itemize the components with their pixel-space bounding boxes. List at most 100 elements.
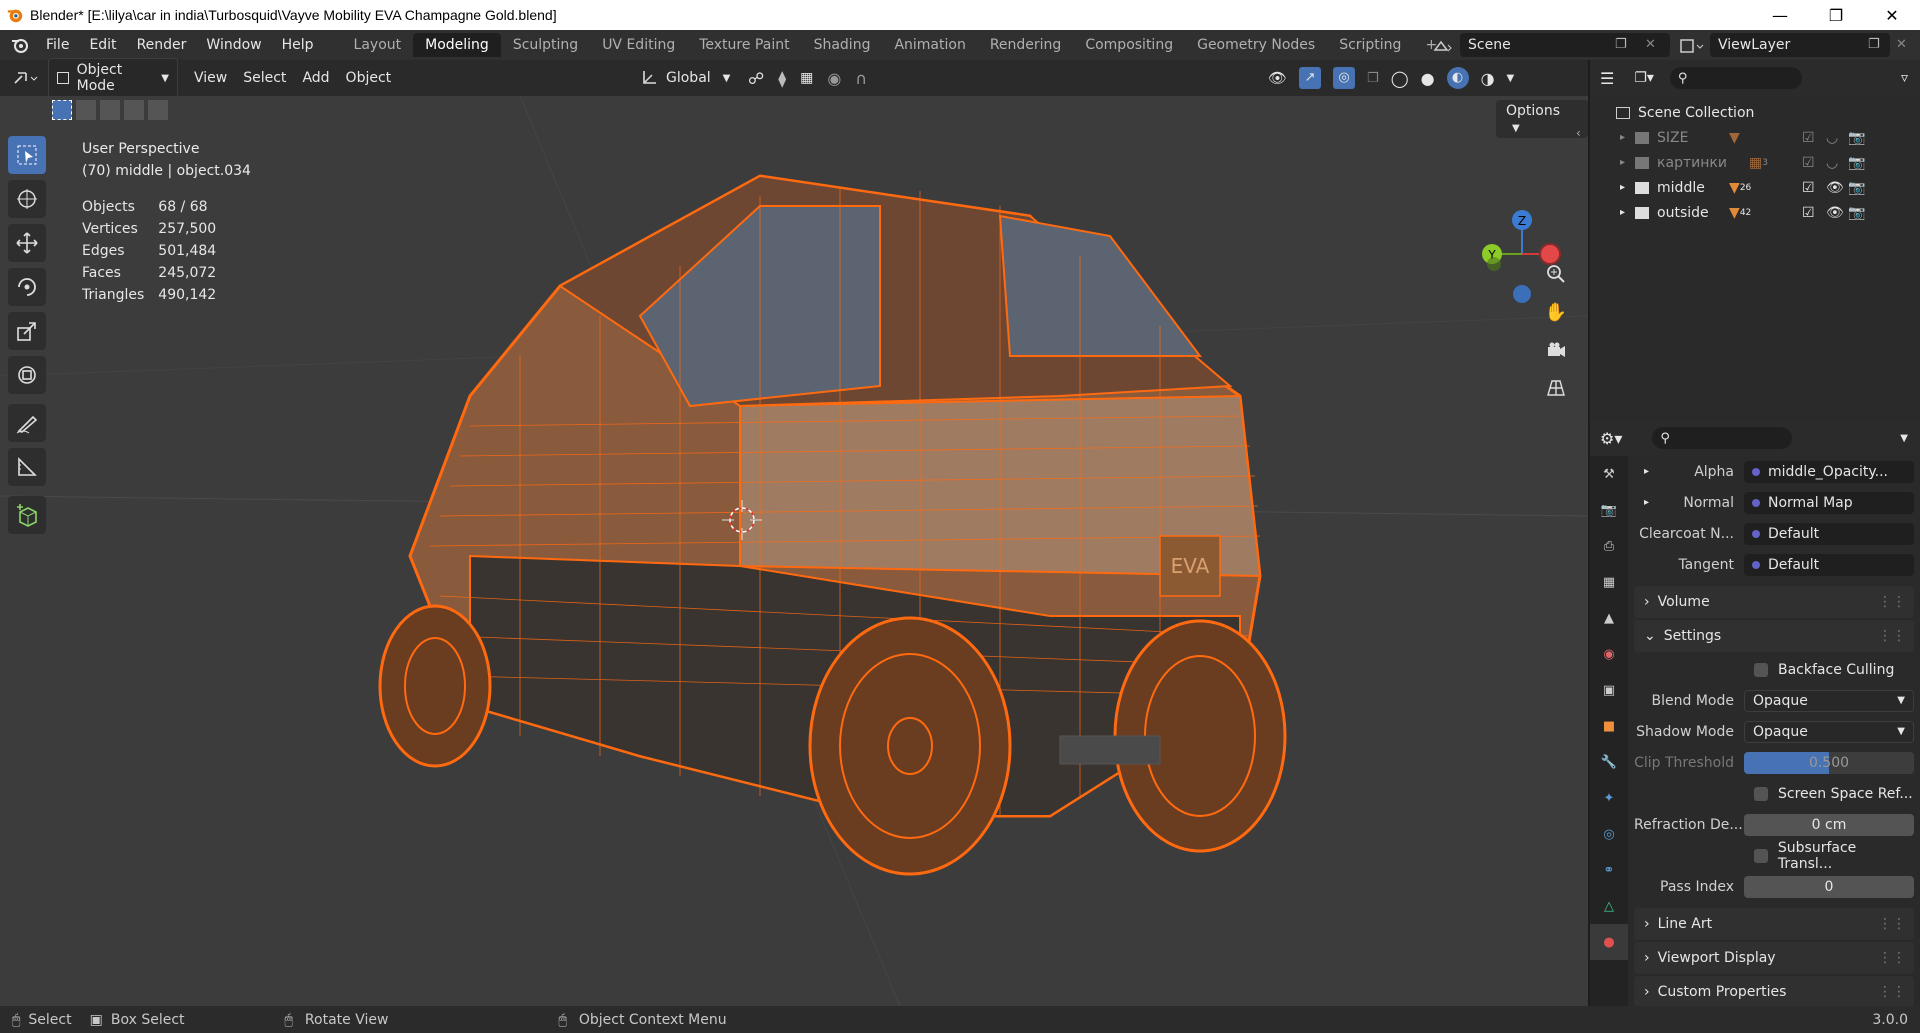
add-cube-tool[interactable] <box>8 496 46 534</box>
tab-uv-editing[interactable]: UV Editing <box>590 33 687 57</box>
tab-layout[interactable]: Layout <box>342 33 414 57</box>
volume-panel-header[interactable]: › Volume ⋮⋮ <box>1634 586 1914 618</box>
tangent-field[interactable]: Default <box>1744 553 1914 576</box>
minimize-button[interactable]: — <box>1752 0 1808 30</box>
delete-scene-icon[interactable]: ✕ <box>1645 37 1656 52</box>
tab-rendering[interactable]: Rendering <box>978 33 1074 57</box>
select-extend-icon[interactable] <box>76 100 96 120</box>
3d-viewport[interactable]: EVA Z Y Options ▼ User Perspective (70) … <box>0 96 1588 1006</box>
render-camera-icon[interactable]: 📷 <box>1848 205 1865 221</box>
tab-texture-paint[interactable]: Texture Paint <box>687 33 801 57</box>
settings-panel-header[interactable]: ⌄ Settings ⋮⋮ <box>1634 620 1914 652</box>
tab-modifiers[interactable]: 🔧 <box>1590 744 1628 780</box>
menu-view[interactable]: View <box>186 67 235 89</box>
tab-physics[interactable]: ◎ <box>1590 816 1628 852</box>
line-art-panel-header[interactable]: › Line Art ⋮⋮ <box>1634 908 1914 940</box>
zoom-icon[interactable] <box>1540 258 1572 290</box>
include-checkbox[interactable]: ☑ <box>1802 155 1815 171</box>
tab-material[interactable]: ● <box>1590 924 1628 960</box>
snap-icon[interactable]: ⧫ <box>778 69 786 88</box>
filter-icon[interactable]: ▿ <box>1901 70 1908 86</box>
new-scene-icon[interactable]: ❐ <box>1615 37 1627 52</box>
material-shading-icon[interactable]: ◐ <box>1446 67 1469 89</box>
tab-collection[interactable]: ▣ <box>1590 672 1628 708</box>
ssr-checkbox[interactable] <box>1754 786 1768 801</box>
tab-particles[interactable]: ✦ <box>1590 780 1628 816</box>
eye-icon[interactable]: 👁 <box>1826 180 1844 196</box>
tab-scripting[interactable]: Scripting <box>1327 33 1413 57</box>
tab-animation[interactable]: Animation <box>882 33 977 57</box>
scale-tool[interactable] <box>8 312 46 350</box>
menu-help[interactable]: Help <box>272 37 324 53</box>
pass-index-field[interactable]: 0 <box>1744 875 1914 898</box>
pivot-point-icon[interactable]: ☍ <box>748 69 764 88</box>
render-camera-icon[interactable]: 📷 <box>1848 130 1865 146</box>
drag-handle-icon[interactable]: ⋮⋮ <box>1878 984 1906 1000</box>
eye-icon[interactable]: 👁 <box>1826 205 1844 221</box>
menu-object[interactable]: Object <box>338 67 400 89</box>
editor-type-icon[interactable] <box>12 68 40 88</box>
maximize-button[interactable]: ❐ <box>1808 0 1864 30</box>
hidden-eye-icon[interactable]: ◡ <box>1826 155 1838 171</box>
outliner-item-middle[interactable]: ▸ middle ▼ 26 ☑ 👁 📷 <box>1590 175 1920 200</box>
backface-culling-checkbox[interactable] <box>1754 662 1768 677</box>
tab-scene[interactable]: ▲ <box>1590 600 1628 636</box>
scene-collection-row[interactable]: Scene Collection <box>1590 100 1920 125</box>
tab-object[interactable]: ■ <box>1590 708 1628 744</box>
refraction-depth-field[interactable]: 0 cm <box>1744 813 1914 836</box>
cursor-tool[interactable] <box>8 180 46 218</box>
view-layer-field[interactable]: ViewLayer <box>1710 33 1890 57</box>
proportional-edit-icon[interactable]: ◉ <box>827 69 841 88</box>
mode-dropdown[interactable]: Object Mode ▼ <box>48 58 178 98</box>
tab-sculpting[interactable]: Sculpting <box>501 33 590 57</box>
wireframe-shading-icon[interactable]: ◯ <box>1391 69 1409 88</box>
menu-window[interactable]: Window <box>196 37 271 53</box>
subsurface-checkbox[interactable] <box>1754 848 1768 863</box>
menu-add[interactable]: Add <box>294 67 337 89</box>
camera-view-icon[interactable] <box>1540 334 1572 366</box>
overlay-toggle-icon[interactable]: ◎ <box>1333 67 1356 89</box>
rotate-tool[interactable] <box>8 268 46 306</box>
expand-arrow-icon[interactable]: ▸ <box>1644 466 1649 477</box>
solid-shading-icon[interactable]: ● <box>1421 69 1435 88</box>
clip-threshold-slider[interactable]: 0.500 <box>1744 751 1914 774</box>
include-checkbox[interactable]: ☑ <box>1802 205 1815 221</box>
menu-file[interactable]: File <box>36 37 79 53</box>
scene-field[interactable]: Scene <box>1460 33 1670 57</box>
xray-icon[interactable]: ❐ <box>1367 71 1379 86</box>
hidden-eye-icon[interactable]: ◡ <box>1826 130 1838 146</box>
delete-view-layer-icon[interactable]: ✕ <box>1896 37 1907 52</box>
navigation-gizmo[interactable]: Z Y <box>1482 210 1561 303</box>
include-checkbox[interactable]: ☑ <box>1802 130 1815 146</box>
measure-tool[interactable] <box>8 448 46 486</box>
render-camera-icon[interactable]: 📷 <box>1848 180 1865 196</box>
outliner-item-kartinki[interactable]: ▸ картинки ▦ 3 ☑ ◡ 📷 <box>1590 150 1920 175</box>
alpha-link-field[interactable]: middle_Opacity... <box>1744 460 1914 483</box>
menu-select[interactable]: Select <box>235 67 294 89</box>
menu-edit[interactable]: Edit <box>79 37 126 53</box>
transform-tool[interactable] <box>8 356 46 394</box>
render-camera-icon[interactable]: 📷 <box>1848 155 1865 171</box>
tab-render[interactable]: 📷 <box>1590 492 1628 528</box>
select-new-icon[interactable] <box>52 100 72 120</box>
outliner-search-input[interactable]: ⚲ <box>1669 67 1802 89</box>
chevron-down-icon[interactable]: ▼ <box>1507 73 1515 84</box>
transform-orientation-dropdown[interactable]: Global ▼ <box>640 69 730 87</box>
tab-geometry-nodes[interactable]: Geometry Nodes <box>1185 33 1327 57</box>
menu-render[interactable]: Render <box>127 37 197 53</box>
move-tool[interactable] <box>8 224 46 262</box>
ortho-grid-icon[interactable] <box>1540 372 1572 404</box>
expand-arrow-icon[interactable]: ▸ <box>1620 157 1625 168</box>
expand-arrow-icon[interactable]: ▸ <box>1620 132 1625 143</box>
properties-search-input[interactable]: ⚲ <box>1652 427 1793 449</box>
include-checkbox[interactable]: ☑ <box>1802 180 1815 196</box>
drag-handle-icon[interactable]: ⋮⋮ <box>1878 594 1906 610</box>
normal-link-field[interactable]: Normal Map <box>1744 491 1914 514</box>
select-box-tool[interactable] <box>8 136 46 174</box>
options-dropdown[interactable]: Options ▼ <box>1496 100 1588 138</box>
tab-tool[interactable]: ⚒ <box>1590 456 1628 492</box>
shadow-mode-dropdown[interactable]: Opaque ▼ <box>1744 720 1914 743</box>
viewport-display-panel-header[interactable]: › Viewport Display ⋮⋮ <box>1634 942 1914 974</box>
scene-selector-icon[interactable] <box>1432 36 1454 56</box>
new-view-layer-icon[interactable]: ❐ <box>1868 37 1880 52</box>
